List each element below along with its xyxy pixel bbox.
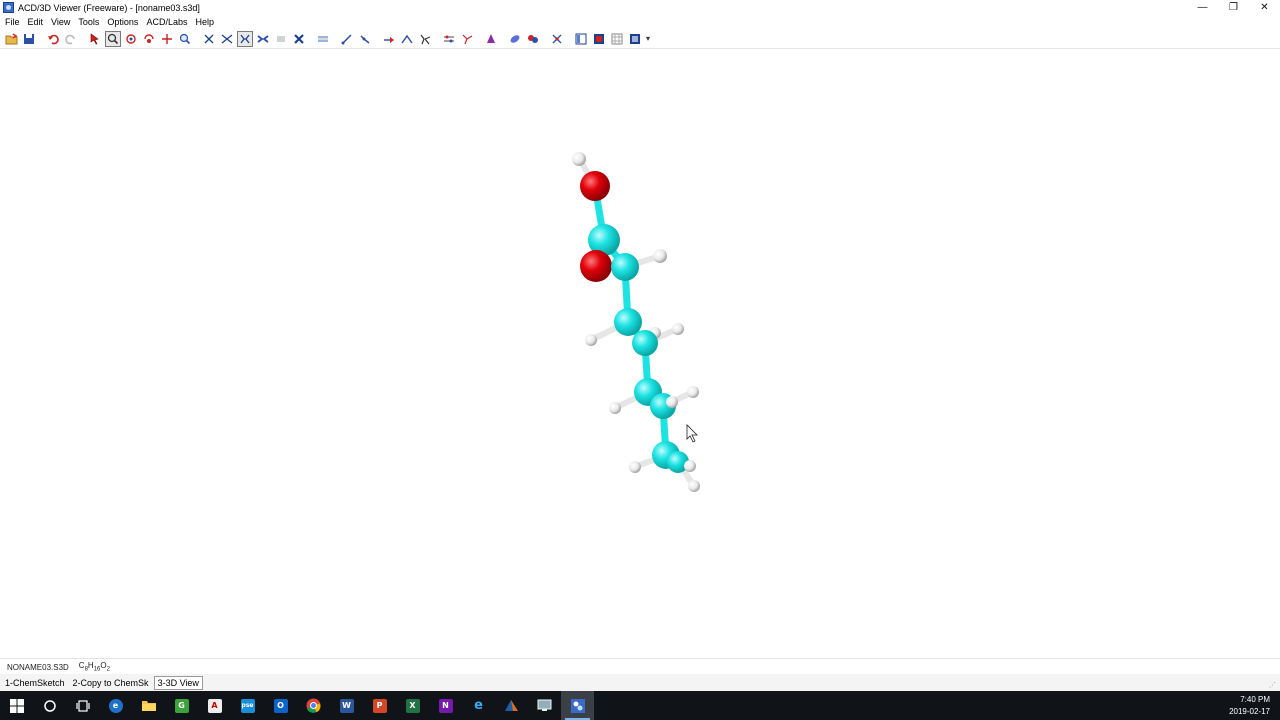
mode-tabs: 1-ChemSketch 2-Copy to ChemSk 3-3D View …: [0, 674, 1280, 691]
move-icon[interactable]: [159, 31, 175, 47]
window-controls: — ❐ ✕: [1187, 0, 1280, 15]
toolbar-overflow-icon[interactable]: ▾: [646, 34, 650, 43]
hydrogen-atom: [672, 323, 684, 335]
hydrogen-atom: [585, 334, 597, 346]
tab-3d-view[interactable]: 3-3D View: [153, 675, 203, 690]
chrome-icon[interactable]: [297, 691, 330, 720]
carbon-atom: [632, 330, 658, 356]
dots-icon[interactable]: [273, 31, 289, 47]
hydrogen-atom: [666, 396, 678, 408]
menu-view[interactable]: View: [47, 17, 74, 27]
labels-icon[interactable]: [525, 31, 541, 47]
spacefill-icon[interactable]: [315, 31, 331, 47]
taskbar-clock[interactable]: 7:40 PM 2019-02-17: [1229, 694, 1270, 718]
search-icon[interactable]: [33, 691, 66, 720]
task-view-icon[interactable]: [66, 691, 99, 720]
excel-icon[interactable]: X: [396, 691, 429, 720]
zoom-select-icon[interactable]: [105, 30, 121, 47]
acd-viewer-app-icon: [3, 2, 14, 13]
hydrogen-atom: [684, 460, 696, 472]
matlab-icon[interactable]: [495, 691, 528, 720]
remote-desktop-icon[interactable]: [528, 691, 561, 720]
optimize-icon[interactable]: [441, 31, 457, 47]
color-icon[interactable]: [483, 31, 499, 47]
layout-icon[interactable]: [573, 31, 589, 47]
bond-icon[interactable]: [381, 31, 397, 47]
settings-icon[interactable]: [627, 31, 643, 47]
file-explorer-icon[interactable]: [132, 691, 165, 720]
close-button[interactable]: ✕: [1249, 0, 1280, 15]
greenshot-icon[interactable]: G: [165, 691, 198, 720]
measure-angle-icon[interactable]: [357, 31, 373, 47]
carbon-atom: [611, 253, 639, 281]
clock-date: 2019-02-17: [1229, 707, 1270, 716]
menu-acdlabs[interactable]: ACD/Labs: [142, 17, 191, 27]
menu-edit[interactable]: Edit: [24, 17, 48, 27]
viewer-3d-canvas[interactable]: [0, 49, 1280, 658]
oxygen-atom: [580, 171, 610, 201]
surface-icon[interactable]: [507, 31, 523, 47]
start-icon[interactable]: [0, 691, 33, 720]
molecular-formula: C8H16O2: [78, 661, 110, 673]
carbon-atom: [614, 308, 642, 336]
resize-grip-icon[interactable]: ⋰: [1269, 681, 1276, 689]
redo-icon[interactable]: [63, 31, 79, 47]
dihedral-icon[interactable]: [417, 31, 433, 47]
word-icon[interactable]: W: [330, 691, 363, 720]
oxygen-atom: [580, 250, 612, 282]
bond-cross-icon[interactable]: [219, 31, 235, 47]
rotate-icon[interactable]: [123, 31, 139, 47]
select-icon[interactable]: [87, 31, 103, 47]
hydrogens-icon[interactable]: [459, 31, 475, 47]
outlook-icon[interactable]: O: [264, 691, 297, 720]
internet-explorer-icon[interactable]: e: [462, 691, 495, 720]
tab-chemsketch[interactable]: 1-ChemSketch: [2, 677, 68, 689]
ball-stick-icon[interactable]: [291, 31, 307, 47]
wireframe-icon[interactable]: [237, 30, 253, 47]
save-icon[interactable]: [21, 31, 37, 47]
windows-taskbar: e G A pse O W P X N e 7:40 PM 2019-02-17: [0, 691, 1280, 720]
hydrogen-atom: [629, 461, 641, 473]
clock-time: 7:40 PM: [1240, 695, 1270, 704]
acd-3d-viewer-taskbar-icon[interactable]: [561, 691, 594, 720]
title-bar: ACD/3D Viewer (Freeware) - [noname03.s3d…: [0, 0, 1280, 15]
hydrogen-atom: [687, 386, 699, 398]
pse-icon[interactable]: pse: [231, 691, 264, 720]
measure-distance-icon[interactable]: [339, 31, 355, 47]
tab-copy-to-chemsketch[interactable]: 2-Copy to ChemSk: [70, 677, 152, 689]
panel-icon[interactable]: [591, 31, 607, 47]
bond-x-icon[interactable]: [201, 31, 217, 47]
hydrogen-atom: [653, 249, 667, 263]
hydrogen-atom: [688, 480, 700, 492]
rotate-z-icon[interactable]: [141, 31, 157, 47]
grid-icon[interactable]: [609, 31, 625, 47]
toolbar: ▾: [0, 29, 1280, 49]
edge-icon[interactable]: e: [99, 691, 132, 720]
hydrogen-atom: [572, 152, 586, 166]
menu-help[interactable]: Help: [191, 17, 218, 27]
window-title: ACD/3D Viewer (Freeware) - [noname03.s3d…: [18, 2, 200, 13]
open-icon[interactable]: [3, 31, 19, 47]
restore-button[interactable]: ❐: [1218, 0, 1249, 15]
acrobat-icon[interactable]: A: [198, 691, 231, 720]
status-filename: NONAME03.S3D: [7, 662, 69, 672]
zoom-icon[interactable]: [177, 31, 193, 47]
molecule-view[interactable]: [0, 49, 1280, 658]
angle-icon[interactable]: [399, 31, 415, 47]
hydrogen-atom: [609, 402, 621, 414]
onenote-icon[interactable]: N: [429, 691, 462, 720]
status-bar: NONAME03.S3D C8H16O2: [0, 658, 1280, 675]
menu-options[interactable]: Options: [103, 17, 142, 27]
undo-icon[interactable]: [45, 31, 61, 47]
mouse-cursor-icon: [686, 424, 698, 443]
menu-file[interactable]: File: [0, 17, 24, 27]
powerpoint-icon[interactable]: P: [363, 691, 396, 720]
minimize-button[interactable]: —: [1187, 0, 1218, 15]
menu-bar: File Edit View Tools Options ACD/Labs He…: [0, 15, 1280, 29]
sticks-icon[interactable]: [255, 31, 271, 47]
tools-icon[interactable]: [549, 31, 565, 47]
menu-tools[interactable]: Tools: [74, 17, 103, 27]
